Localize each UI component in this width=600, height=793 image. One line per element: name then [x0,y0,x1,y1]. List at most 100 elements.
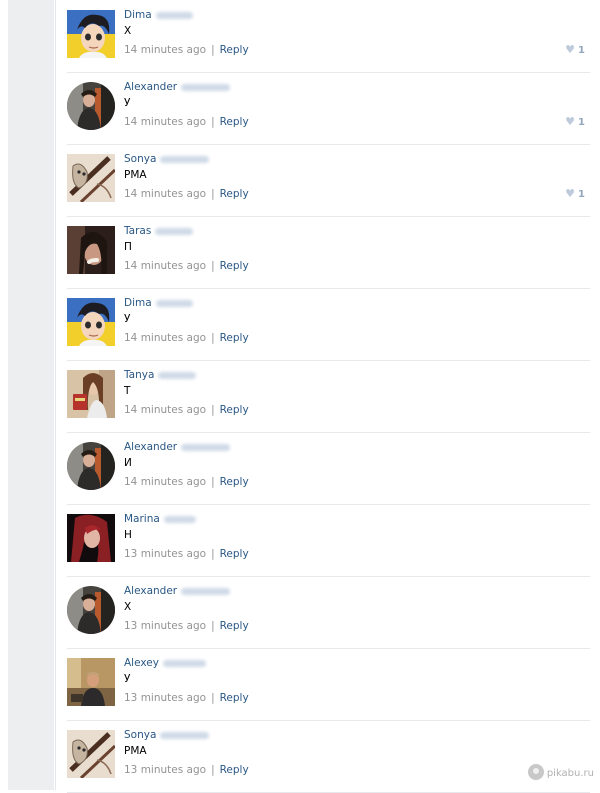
author-first-name[interactable]: Taras [124,225,151,237]
author-first-name[interactable]: Alexander [124,441,177,453]
reply-link[interactable]: Reply [220,764,249,776]
reply-link[interactable]: Reply [220,260,249,272]
watermark-text: pikabu.ru [546,768,594,779]
author-name[interactable]: Dima [124,8,194,22]
avatar[interactable] [67,442,115,490]
avatar[interactable] [67,730,115,778]
comment-text: Н [124,529,132,541]
author-first-name[interactable]: Alexander [124,81,177,93]
author-last-name-blurred [155,299,194,307]
comment-timestamp[interactable]: 14 minutes ago [124,188,206,200]
author-last-name-blurred [162,659,207,667]
author-name[interactable]: Sonya [124,728,209,742]
meta-separator: | [211,692,215,704]
avatar-image [67,154,115,202]
author-name[interactable]: Alexander [124,584,230,598]
comment-item: Alexander Х 13 minutes ago | Reply [56,577,596,649]
comment-meta: 14 minutes ago | Reply [124,403,249,417]
meta-separator: | [211,260,215,272]
author-name[interactable]: Alexander [124,440,230,454]
comment-text: РМА [124,169,147,181]
comment-meta: 14 minutes ago | Reply [124,43,249,57]
comment-item: Sonya РМА 13 minutes ago | Reply [56,721,596,793]
like-button[interactable]: ♥ 1 [565,188,585,201]
author-first-name[interactable]: Alexander [124,585,177,597]
heart-icon: ♥ [565,115,576,128]
author-first-name[interactable]: Alexey [124,657,159,669]
reply-link[interactable]: Reply [220,620,249,632]
author-first-name[interactable]: Sonya [124,729,156,741]
like-count: 1 [578,189,585,200]
comment-timestamp[interactable]: 14 minutes ago [124,44,206,56]
reply-link[interactable]: Reply [220,404,249,416]
avatar[interactable] [67,154,115,202]
comment-item: Marina Н 13 minutes ago | Reply [56,505,596,577]
comment-text: У [124,97,131,109]
comment-timestamp[interactable]: 14 minutes ago [124,404,206,416]
author-last-name-blurred [160,155,209,163]
author-last-name-blurred [163,515,197,523]
avatar-image [67,586,115,634]
meta-separator: | [211,476,215,488]
comment-meta: 13 minutes ago | Reply [124,763,249,777]
author-name[interactable]: Alexander [124,80,230,94]
reply-link[interactable]: Reply [220,188,249,200]
author-name[interactable]: Taras [124,224,194,238]
left-sidebar [0,0,55,790]
comment-timestamp[interactable]: 13 minutes ago [124,620,206,632]
avatar-image [67,514,115,562]
comment-timestamp[interactable]: 13 minutes ago [124,692,206,704]
reply-link[interactable]: Reply [220,332,249,344]
like-count: 1 [578,45,585,56]
author-name[interactable]: Marina [124,512,197,526]
like-button[interactable]: ♥ 1 [565,44,585,57]
reply-link[interactable]: Reply [220,44,249,56]
meta-separator: | [211,332,215,344]
avatar[interactable] [67,226,115,274]
like-button[interactable]: ♥ 1 [565,116,585,129]
author-first-name[interactable]: Tanya [124,369,154,381]
avatar[interactable] [67,298,115,346]
comment-text: И [124,457,132,469]
watermark: pikabu.ru [527,764,594,781]
avatar[interactable] [67,658,115,706]
author-first-name[interactable]: Sonya [124,153,156,165]
avatar[interactable] [67,10,115,58]
reply-link[interactable]: Reply [220,476,249,488]
comment-timestamp[interactable]: 14 minutes ago [124,476,206,488]
author-name[interactable]: Alexey [124,656,207,670]
comment-item: Alexey У 13 minutes ago | Reply [56,649,596,721]
comment-text: У [124,313,131,325]
sidebar-stripe [8,0,54,790]
reply-link[interactable]: Reply [220,548,249,560]
author-first-name[interactable]: Dima [124,297,152,309]
comment-timestamp[interactable]: 14 minutes ago [124,260,206,272]
author-first-name[interactable]: Dima [124,9,152,21]
author-last-name-blurred [155,227,194,235]
avatar[interactable] [67,514,115,562]
author-name[interactable]: Dima [124,296,194,310]
avatar[interactable] [67,370,115,418]
comment-timestamp[interactable]: 14 minutes ago [124,332,206,344]
reply-link[interactable]: Reply [220,692,249,704]
meta-separator: | [211,44,215,56]
comment-text: П [124,241,132,253]
author-last-name-blurred [181,443,230,451]
like-count: 1 [578,117,585,128]
comment-timestamp[interactable]: 13 minutes ago [124,548,206,560]
avatar[interactable] [67,82,115,130]
comment-meta: 14 minutes ago | Reply [124,259,249,273]
reply-link[interactable]: Reply [220,116,249,128]
comment-text: Х [124,25,132,37]
comments-list: Dima Х 14 minutes ago | Reply ♥ 1 Alexander У 14 … [55,0,596,793]
author-name[interactable]: Sonya [124,152,209,166]
comment-timestamp[interactable]: 14 minutes ago [124,116,206,128]
comment-text: РМА [124,745,147,757]
author-name[interactable]: Tanya [124,368,197,382]
author-last-name-blurred [155,11,194,19]
author-first-name[interactable]: Marina [124,513,160,525]
avatar[interactable] [67,586,115,634]
heart-icon: ♥ [565,43,576,56]
comment-item: Dima Х 14 minutes ago | Reply ♥ 1 [56,1,596,73]
comment-timestamp[interactable]: 13 minutes ago [124,764,206,776]
